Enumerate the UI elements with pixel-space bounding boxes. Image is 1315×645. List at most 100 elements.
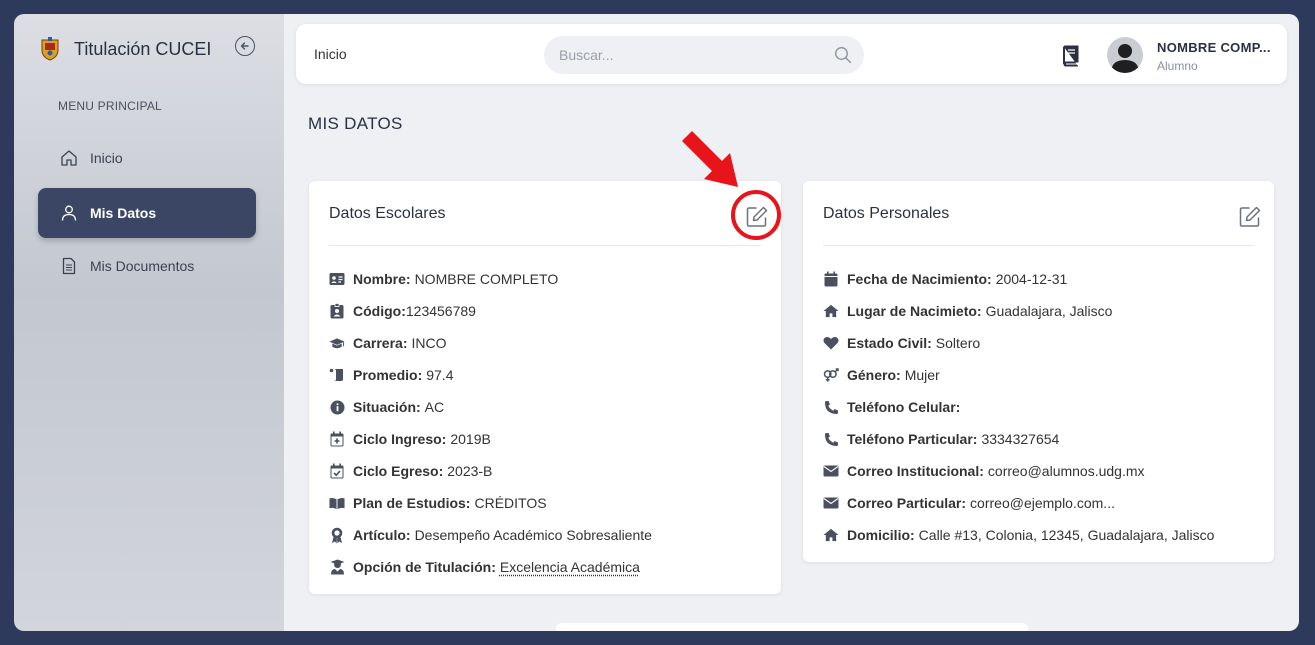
- search-icon[interactable]: [834, 46, 852, 64]
- document-icon: [60, 257, 78, 275]
- list-item: Artículo: Desempeño Académico Sobresalie…: [329, 519, 652, 551]
- heart-icon: [823, 335, 839, 351]
- top-bar: Inicio NOMBRE COMP... Alumno: [296, 24, 1287, 84]
- field-value: NOMBRE COMPLETO: [414, 271, 559, 287]
- field-value: INCO: [411, 335, 447, 351]
- field-value: Guadalajara, Jalisco: [985, 303, 1113, 319]
- menu-section-title: MENU PRINCIPAL: [58, 99, 162, 113]
- field-label: Ciclo Egreso:: [353, 463, 444, 479]
- sidebar-item-label: Inicio: [90, 150, 123, 166]
- page-title: MIS DATOS: [308, 114, 403, 133]
- id-badge-icon: [329, 303, 345, 319]
- university-logo-icon: [41, 37, 59, 61]
- avatar[interactable]: [1107, 37, 1143, 73]
- datos-personales-card: Datos Personales Fecha de Nacimiento: 20…: [803, 181, 1274, 562]
- field-value: Desempeño Académico Sobresaliente: [414, 527, 652, 543]
- datos-escolares-list: Nombre: NOMBRE COMPLETO Código: 12345678…: [329, 263, 652, 583]
- list-item: Promedio: 97.4: [329, 359, 652, 391]
- house-icon: [823, 303, 839, 319]
- sidebar-item-mis-datos[interactable]: Mis Datos: [38, 188, 256, 238]
- arrow-left-icon: [240, 42, 249, 50]
- search-input[interactable]: [544, 36, 864, 74]
- field-label: Domicilio:: [847, 527, 915, 543]
- field-label: Teléfono Particular:: [847, 431, 978, 447]
- list-item: Correo Institucional: correo@alumnos.udg…: [823, 455, 1214, 487]
- list-item: Teléfono Particular: 3334327654: [823, 423, 1214, 455]
- search-box: [544, 36, 864, 74]
- user-avatar-icon: [1111, 44, 1139, 73]
- sidebar-item-inicio[interactable]: Inicio: [38, 133, 256, 183]
- calendar-icon: [823, 271, 839, 287]
- field-label: Lugar de Nacimieto:: [847, 303, 982, 319]
- field-value: CRÉDITOS: [474, 495, 547, 511]
- field-value: 2004-12-31: [995, 271, 1068, 287]
- divider: [823, 245, 1254, 246]
- list-item: Código: 123456789: [329, 295, 652, 327]
- book-open-icon: [329, 495, 345, 511]
- field-label: Artículo:: [353, 527, 411, 543]
- sidebar-item-mis-documentos[interactable]: Mis Documentos: [38, 241, 256, 291]
- list-item: Correo Particular: correo@ejemplo.com...: [823, 487, 1214, 519]
- field-value: 2023-B: [447, 463, 493, 479]
- card-title: Datos Personales: [823, 205, 950, 222]
- venus-mars-icon: [823, 367, 839, 383]
- datos-escolares-card: Datos Escolares Nombre: NOMBRE COMPLETO …: [309, 181, 781, 594]
- sidebar-item-label: Mis Documentos: [90, 258, 195, 274]
- list-item: Nombre: NOMBRE COMPLETO: [329, 263, 652, 295]
- brand[interactable]: Titulación CUCEI: [40, 36, 211, 62]
- field-label: Código:: [353, 303, 406, 319]
- id-card-icon: [329, 271, 345, 287]
- card-title: Datos Escolares: [329, 205, 446, 222]
- phone-icon: [823, 399, 839, 415]
- breadcrumb[interactable]: Inicio: [314, 46, 347, 62]
- field-value: Mujer: [904, 367, 940, 383]
- field-label: Correo Institucional:: [847, 463, 984, 479]
- divider: [329, 245, 761, 246]
- list-item: Plan de Estudios: CRÉDITOS: [329, 487, 652, 519]
- list-item: Lugar de Nacimieto: Guadalajara, Jalisco: [823, 295, 1214, 327]
- book-icon[interactable]: [1061, 45, 1081, 67]
- calendar-plus-icon: [329, 431, 345, 447]
- list-item: Carrera: INCO: [329, 327, 652, 359]
- field-value: correo@ejemplo.com...: [970, 495, 1115, 511]
- app-title: Titulación CUCEI: [74, 38, 212, 59]
- home-icon: [60, 149, 78, 167]
- field-value: 3334327654: [981, 431, 1060, 447]
- field-label: Promedio:: [353, 367, 423, 383]
- datos-personales-list: Fecha de Nacimiento: 2004-12-31 Lugar de…: [823, 263, 1214, 551]
- list-item: Estado Civil: Soltero: [823, 327, 1214, 359]
- field-label: Teléfono Celular:: [847, 399, 961, 415]
- field-label: Opción de Titulación:: [353, 559, 496, 575]
- user-icon: [60, 204, 78, 222]
- list-item: Opción de Titulación: Excelencia Académi…: [329, 551, 652, 583]
- titulacion-link[interactable]: Excelencia Académica: [500, 559, 640, 575]
- main-content: Inicio NOMBRE COMP... Alumno MIS DATOS D…: [284, 14, 1299, 631]
- list-item: Teléfono Celular:: [823, 391, 1214, 423]
- field-value: 2019B: [450, 431, 491, 447]
- field-label: Correo Particular:: [847, 495, 967, 511]
- field-label: Fecha de Nacimiento:: [847, 271, 992, 287]
- list-item: Situación: AC: [329, 391, 652, 423]
- user-role: Alumno: [1157, 59, 1198, 73]
- list-item: Género: Mujer: [823, 359, 1214, 391]
- user-name[interactable]: NOMBRE COMP...: [1157, 40, 1271, 55]
- collapse-sidebar-button[interactable]: [235, 36, 255, 56]
- field-label: Nombre:: [353, 271, 411, 287]
- field-value: 97.4: [426, 367, 454, 383]
- field-value: correo@alumnos.udg.mx: [987, 463, 1145, 479]
- annotation-circle: [731, 190, 781, 240]
- list-item: Fecha de Nacimiento: 2004-12-31: [823, 263, 1214, 295]
- sidebar: Titulación CUCEI MENU PRINCIPAL Inicio M…: [14, 14, 284, 631]
- field-label: Estado Civil:: [847, 335, 932, 351]
- field-value: Calle #13, Colonia, 12345, Guadalajara, …: [918, 527, 1215, 543]
- sidebar-item-label: Mis Datos: [90, 205, 157, 221]
- envelope-icon: [823, 495, 839, 511]
- field-label: Género:: [847, 367, 901, 383]
- envelope-icon: [823, 463, 839, 479]
- annotation-arrow-icon: [682, 131, 738, 187]
- edit-icon[interactable]: [1238, 205, 1262, 229]
- list-item: Domicilio: Calle #13, Colonia, 12345, Gu…: [823, 519, 1214, 551]
- field-label: Ciclo Ingreso:: [353, 431, 447, 447]
- field-label: Plan de Estudios:: [353, 495, 471, 511]
- graduation-cap-icon: [329, 335, 345, 351]
